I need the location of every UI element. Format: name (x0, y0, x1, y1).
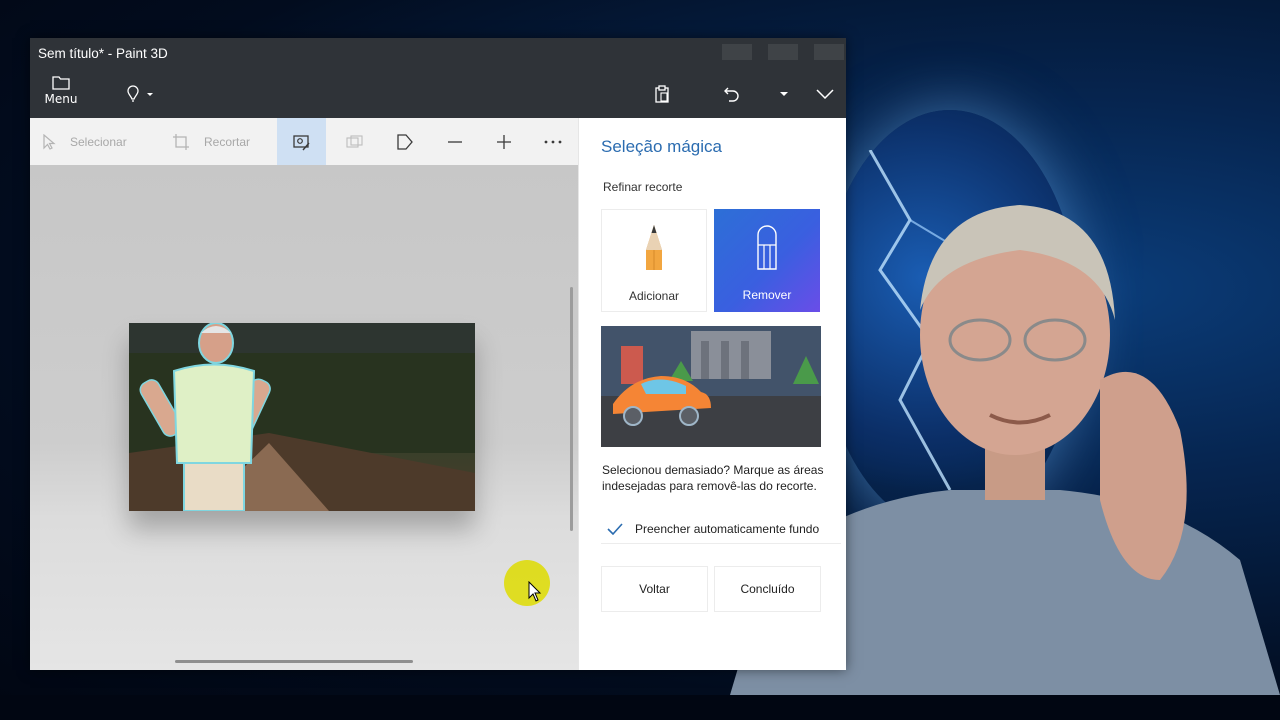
back-label: Voltar (639, 582, 670, 596)
select-tool[interactable]: Selecionar (42, 118, 152, 165)
add-mode-label: Adicionar (628, 289, 680, 303)
refine-illustration (601, 326, 821, 447)
help-text: Selecionou demasiado? Marque as áreas in… (602, 463, 824, 493)
sticker-tool[interactable] (335, 118, 375, 165)
history-dropdown-button[interactable] (769, 80, 799, 108)
title-bar: Sem título* - Paint 3D Menu (30, 38, 846, 118)
plus-icon (497, 134, 511, 149)
undo-button[interactable] (717, 80, 747, 108)
remove-mode-button[interactable]: Remover (714, 209, 820, 312)
done-button[interactable]: Concluído (714, 566, 821, 612)
zoom-out-button[interactable] (435, 118, 475, 165)
minimize-button[interactable] (722, 44, 752, 60)
done-label: Concluído (740, 582, 795, 596)
maximize-button[interactable] (768, 44, 798, 60)
paste-icon (655, 85, 669, 103)
autofill-label: Preencher automaticamente fundo (635, 522, 820, 536)
bottom-shadow (0, 695, 1280, 720)
sticker-stack-icon (346, 134, 363, 148)
zoom-in-button[interactable] (484, 118, 524, 165)
magic-hint-icon (127, 85, 153, 102)
ellipsis-icon (544, 140, 562, 143)
canvas-area[interactable] (30, 165, 578, 670)
canvas-photo[interactable] (129, 323, 475, 511)
folder-icon (52, 76, 70, 90)
close-button[interactable] (814, 44, 844, 60)
eraser-icon (757, 225, 777, 270)
mouse-cursor-icon (528, 581, 542, 602)
add-mode-button[interactable]: Adicionar (601, 209, 707, 312)
cursor-highlight (504, 560, 550, 606)
select-tool-label: Selecionar (70, 134, 127, 149)
more-options-button[interactable] (533, 118, 573, 165)
history-dropdown-icon (780, 92, 788, 96)
magic-hint-button[interactable] (120, 80, 156, 108)
paste-button[interactable] (647, 80, 677, 108)
panel-title: Seleção mágica (601, 137, 722, 156)
autofill-background-checkbox[interactable]: Preencher automaticamente fundo (601, 515, 841, 544)
crop-icon (173, 133, 189, 150)
magic-select-tool[interactable] (277, 118, 326, 165)
vertical-scrollbar[interactable] (570, 287, 573, 531)
checkmark-icon (607, 523, 623, 535)
window-title: Sem título* - Paint 3D (38, 46, 168, 61)
back-button[interactable]: Voltar (601, 566, 708, 612)
magic-select-panel: Seleção mágica Refinar recorte Adicionar… (578, 118, 846, 670)
horizontal-scrollbar[interactable] (175, 660, 413, 663)
magic-select-icon (292, 134, 310, 150)
minus-icon (448, 140, 462, 143)
crop-tool[interactable]: Recortar (172, 118, 282, 165)
crop-tool-label: Recortar (204, 134, 251, 149)
photo-content (129, 323, 475, 511)
remove-mode-label: Remover (742, 288, 792, 302)
pointer-icon (43, 133, 56, 150)
menu-button[interactable]: Menu (38, 74, 84, 114)
pencil-icon (646, 225, 662, 270)
panel-subtitle: Refinar recorte (603, 180, 683, 194)
flag-shape-icon (397, 133, 413, 150)
menu-label: Menu (44, 92, 78, 106)
toolbar: Selecionar Recortar (30, 118, 578, 165)
undo-icon (724, 87, 739, 102)
expand-chevron-icon (816, 89, 834, 99)
2d-shape-tool[interactable] (385, 118, 425, 165)
paint3d-window: Sem título* - Paint 3D Menu Selecionar R… (30, 38, 846, 670)
expand-button[interactable] (810, 80, 840, 108)
